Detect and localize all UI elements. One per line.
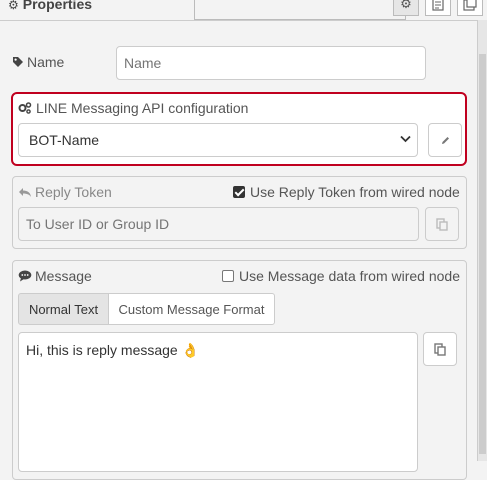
header-button-group: ⚙ xyxy=(194,0,483,20)
tab-custom-message-format[interactable]: Custom Message Format xyxy=(108,293,275,325)
message-checkbox[interactable] xyxy=(222,270,234,282)
gear-icon: ⚙ xyxy=(400,0,412,11)
header-divider xyxy=(0,20,477,21)
tab-custom-format-label: Custom Message Format xyxy=(118,301,265,317)
copy-icon xyxy=(434,342,446,356)
panel-title-text: Properties xyxy=(22,0,93,12)
config-select[interactable]: BOT-Name xyxy=(18,123,418,157)
reply-icon xyxy=(19,188,31,197)
pencil-icon xyxy=(441,136,449,144)
reply-token-checkbox[interactable] xyxy=(233,186,245,198)
cogs-icon xyxy=(18,102,32,114)
message-checkbox-row[interactable]: Use Message data from wired node xyxy=(222,268,460,284)
settings-tab-button[interactable]: ⚙ xyxy=(393,0,419,16)
config-label: LINE Messaging API configuration xyxy=(18,100,248,116)
reply-token-checkbox-label: Use Reply Token from wired node xyxy=(250,184,460,200)
chevron-down-icon xyxy=(400,134,411,146)
config-label-text: LINE Messaging API configuration xyxy=(36,100,249,116)
reply-token-label-text: Reply Token xyxy=(35,184,112,200)
message-copy-button[interactable] xyxy=(423,332,457,366)
message-label: Message xyxy=(18,268,92,284)
appearance-tab-button[interactable] xyxy=(457,0,483,16)
message-checkbox-label: Use Message data from wired node xyxy=(239,268,460,284)
name-input[interactable] xyxy=(116,46,426,80)
copy-icon xyxy=(436,217,448,231)
comment-icon xyxy=(18,270,32,282)
reply-copy-button[interactable] xyxy=(425,207,459,241)
config-select-value: BOT-Name xyxy=(29,132,100,148)
tag-icon xyxy=(13,57,23,67)
tab-normal-text[interactable]: Normal Text xyxy=(18,293,109,325)
message-textarea[interactable]: Hi, this is reply message 👌 xyxy=(18,332,418,472)
panel-scrollbar[interactable] xyxy=(477,20,487,461)
message-label-text: Message xyxy=(35,268,92,284)
gear-icon: ⚙ xyxy=(8,0,19,12)
name-label: Name xyxy=(12,54,64,70)
reply-token-checkbox-row[interactable]: Use Reply Token from wired node xyxy=(233,184,460,200)
export-icon xyxy=(463,0,477,11)
panel-title: ⚙ Properties xyxy=(8,0,92,12)
reply-token-label: Reply Token xyxy=(18,184,112,200)
description-tab-button[interactable] xyxy=(425,0,451,16)
tab-normal-text-label: Normal Text xyxy=(28,301,99,317)
user-id-input[interactable] xyxy=(18,207,419,241)
name-label-text: Name xyxy=(27,54,65,70)
edit-config-button[interactable] xyxy=(428,123,462,157)
message-text: Hi, this is reply message 👌 xyxy=(26,342,200,358)
properties-header: ⚙ Properties ⚙ xyxy=(0,0,487,20)
document-icon xyxy=(432,0,444,11)
scrollbar-thumb[interactable] xyxy=(479,54,486,454)
